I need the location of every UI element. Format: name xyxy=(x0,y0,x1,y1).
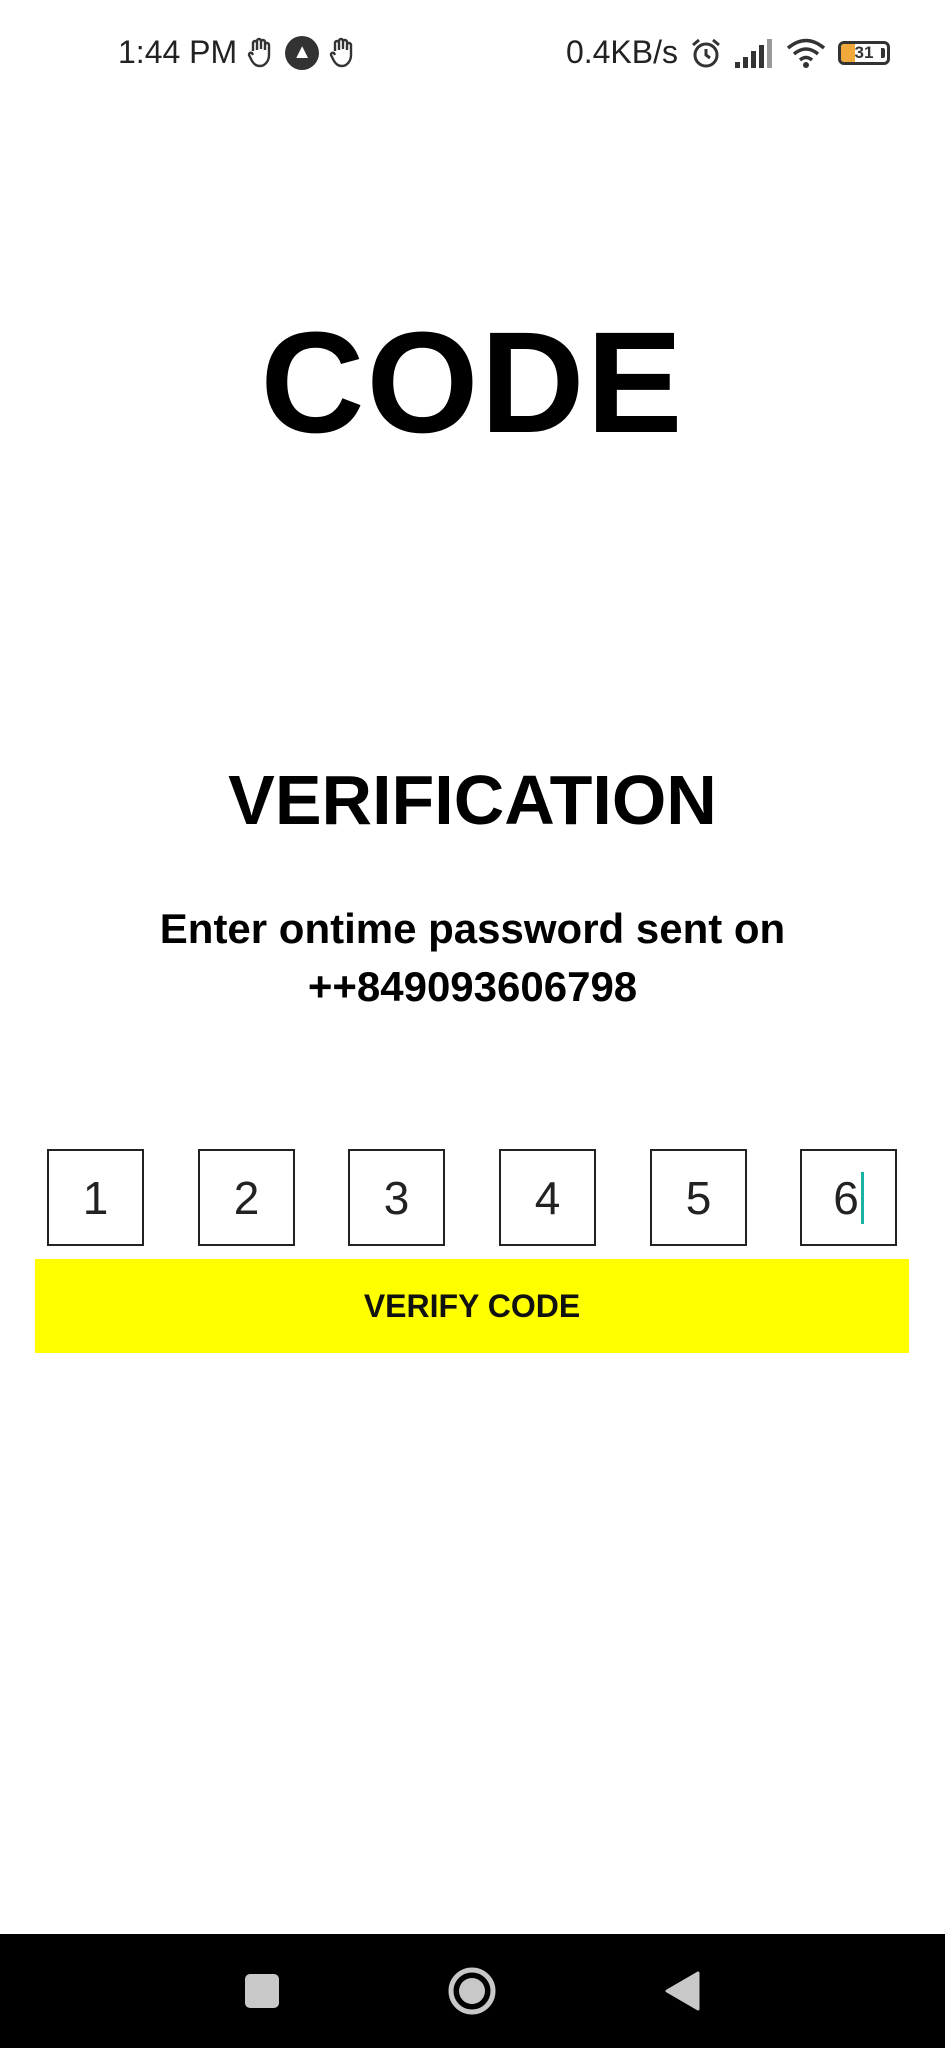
otp-digit-value: 6 xyxy=(833,1171,859,1224)
alarm-icon xyxy=(690,37,722,69)
otp-input-row: 1 2 3 4 5 6 xyxy=(47,1149,898,1247)
otp-digit-6[interactable]: 6 xyxy=(800,1149,897,1246)
status-left: 1:44 PM ▲ xyxy=(118,34,357,71)
instruction-line-1: Enter ontime password sent on xyxy=(159,905,786,952)
otp-digit-value: 1 xyxy=(82,1171,109,1224)
recents-button[interactable] xyxy=(202,1934,322,2048)
hand-gesture-icon xyxy=(329,37,357,69)
back-button[interactable] xyxy=(622,1934,742,2048)
signal-icon xyxy=(734,38,774,68)
recents-square-icon xyxy=(245,1974,279,2008)
otp-digit-value: 2 xyxy=(233,1171,260,1224)
status-time: 1:44 PM xyxy=(118,34,238,70)
network-speed: 0.4KB/s xyxy=(565,34,678,70)
back-triangle-icon xyxy=(665,1971,700,2011)
home-button[interactable] xyxy=(412,1934,532,2048)
text-cursor xyxy=(860,1171,864,1224)
page-title: CODE xyxy=(260,302,685,463)
otp-digit-5[interactable]: 5 xyxy=(650,1149,747,1246)
instruction-text: Enter ontime password sent on ++84909360… xyxy=(0,900,945,1016)
navigation-bar xyxy=(0,1934,945,2048)
app-a-icon: ▲ xyxy=(285,35,320,70)
battery-icon: 31 xyxy=(838,40,890,65)
status-right: 0.4KB/s 31 xyxy=(565,34,890,71)
home-circle-icon xyxy=(448,1967,496,2015)
otp-digit-1[interactable]: 1 xyxy=(47,1149,144,1246)
page-subtitle: VERIFICATION xyxy=(228,761,717,839)
otp-digit-3[interactable]: 3 xyxy=(348,1149,445,1246)
otp-digit-value: 4 xyxy=(534,1171,561,1224)
wifi-icon xyxy=(786,37,826,69)
verify-code-button[interactable]: VERIFY CODE xyxy=(35,1259,909,1353)
status-bar: 1:44 PM ▲ 0.4KB/s 31 xyxy=(0,0,945,110)
battery-level: 31 xyxy=(854,42,874,62)
phone-number: ++849093606798 xyxy=(307,963,638,1010)
otp-digit-4[interactable]: 4 xyxy=(499,1149,596,1246)
otp-digit-value: 3 xyxy=(383,1171,410,1224)
otp-digit-2[interactable]: 2 xyxy=(198,1149,295,1246)
hand-gesture-icon xyxy=(247,37,275,69)
otp-digit-value: 5 xyxy=(685,1171,712,1224)
